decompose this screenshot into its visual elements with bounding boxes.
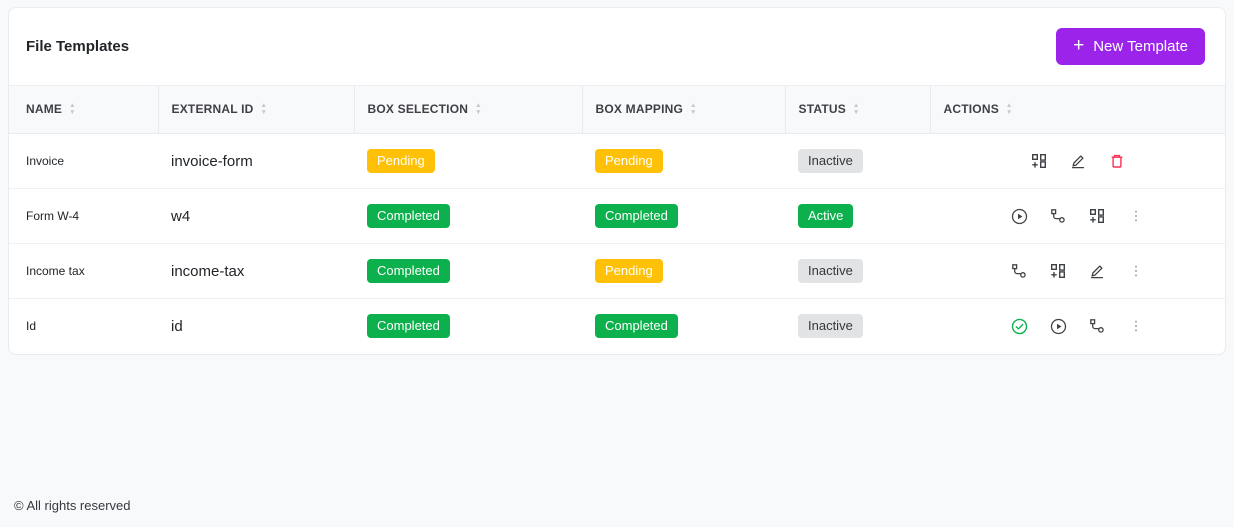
column-header-status[interactable]: STATUS ▲ ▼: [784, 85, 930, 134]
external-id-cell: income-tax: [158, 243, 354, 299]
mapping-icon[interactable]: [1011, 263, 1028, 280]
external-id-cell: w4: [158, 188, 354, 244]
sort-arrows-icon: ▲ ▼: [1005, 102, 1013, 116]
grid-plus-icon[interactable]: [1050, 263, 1067, 280]
kebab-menu-icon[interactable]: [1128, 208, 1145, 225]
templates-table: NAME ▲ ▼ EXTERNAL ID ▲ ▼ BOX SELECTION ▲ ▼ BOX MA…: [9, 85, 1225, 354]
box-mapping-badge: Completed: [595, 314, 678, 339]
box-selection-badge: Pending: [367, 149, 435, 173]
actions-cell: [930, 153, 1225, 170]
status-badge: Inactive: [798, 149, 863, 173]
table-row: Id id Completed Completed Inactive: [9, 298, 1225, 354]
mapping-icon[interactable]: [1089, 318, 1106, 335]
sort-arrows-icon: ▲ ▼: [69, 102, 76, 116]
check-circle-icon[interactable]: [1011, 318, 1028, 335]
status-badge: Inactive: [798, 259, 863, 283]
box-mapping-badge: Pending: [595, 149, 663, 173]
sort-arrows-icon: ▲ ▼: [852, 102, 860, 116]
status-badge: Inactive: [798, 314, 863, 339]
box-mapping-badge: Completed: [595, 204, 678, 228]
edit-icon[interactable]: [1069, 153, 1086, 170]
column-header-label: BOX SELECTION: [367, 102, 469, 117]
name-cell: Invoice: [26, 154, 65, 168]
mapping-icon[interactable]: [1050, 208, 1067, 225]
grid-plus-icon[interactable]: [1089, 208, 1106, 225]
table-row: Invoice invoice-form Pending Pending Ina…: [9, 134, 1225, 189]
table-row: Form W-4 w4 Completed Completed Active: [9, 188, 1225, 244]
edit-icon[interactable]: [1089, 263, 1106, 280]
sort-arrows-icon: ▲ ▼: [260, 102, 268, 116]
box-selection-badge: Completed: [367, 204, 450, 228]
table-body: Invoice invoice-form Pending Pending Ina…: [9, 134, 1225, 354]
actions-cell: [930, 208, 1225, 225]
sort-arrows-icon: ▲ ▼: [475, 102, 482, 116]
external-id-cell: id: [158, 298, 354, 354]
table-row: Income tax income-tax Completed Pending …: [9, 243, 1225, 299]
page-title: File Templates: [26, 38, 130, 55]
kebab-menu-icon[interactable]: [1128, 318, 1145, 335]
name-cell: Form W-4: [9, 188, 158, 244]
column-header-external-id[interactable]: EXTERNAL ID ▲ ▼: [157, 85, 354, 134]
column-header-box-mapping[interactable]: BOX MAPPING ▲ ▼: [581, 85, 785, 134]
status-badge: Active: [798, 204, 854, 228]
file-templates-card: File Templates + New Template NAME ▲ ▼ EXTE…: [8, 7, 1226, 355]
plus-icon: +: [1073, 35, 1085, 56]
column-header-label: STATUS: [798, 102, 846, 117]
column-header-name[interactable]: NAME ▲ ▼: [9, 85, 158, 134]
box-selection-badge: Completed: [367, 259, 450, 283]
actions-cell: [930, 318, 1225, 335]
sort-arrows-icon: ▲ ▼: [690, 102, 697, 116]
box-mapping-badge: Pending: [595, 259, 663, 283]
column-header-label: ACTIONS: [943, 102, 999, 117]
play-icon[interactable]: [1050, 318, 1067, 335]
box-selection-badge: Completed: [367, 314, 450, 339]
table-header-row: NAME ▲ ▼ EXTERNAL ID ▲ ▼ BOX SELECTION ▲ ▼ BOX MA…: [9, 85, 1225, 134]
column-header-label: NAME: [26, 102, 63, 117]
actions-cell: [930, 263, 1225, 280]
new-template-label: New Template: [1093, 38, 1188, 55]
play-icon[interactable]: [1011, 208, 1028, 225]
card-header: File Templates + New Template: [9, 8, 1225, 85]
grid-plus-icon[interactable]: [1030, 153, 1047, 170]
column-header-box-selection[interactable]: BOX SELECTION ▲ ▼: [353, 85, 582, 134]
kebab-menu-icon[interactable]: [1128, 263, 1145, 280]
name-cell: Income tax: [9, 243, 158, 299]
external-id-cell: invoice-form: [171, 152, 253, 170]
column-header-actions[interactable]: ACTIONS ▲ ▼: [929, 85, 1225, 134]
copyright-text: © All rights reserved: [14, 498, 131, 513]
new-template-button[interactable]: + New Template: [1056, 28, 1205, 65]
column-header-label: EXTERNAL ID: [171, 102, 254, 117]
trash-icon[interactable]: [1108, 153, 1125, 170]
column-header-label: BOX MAPPING: [595, 102, 684, 117]
name-cell: Id: [9, 298, 158, 354]
